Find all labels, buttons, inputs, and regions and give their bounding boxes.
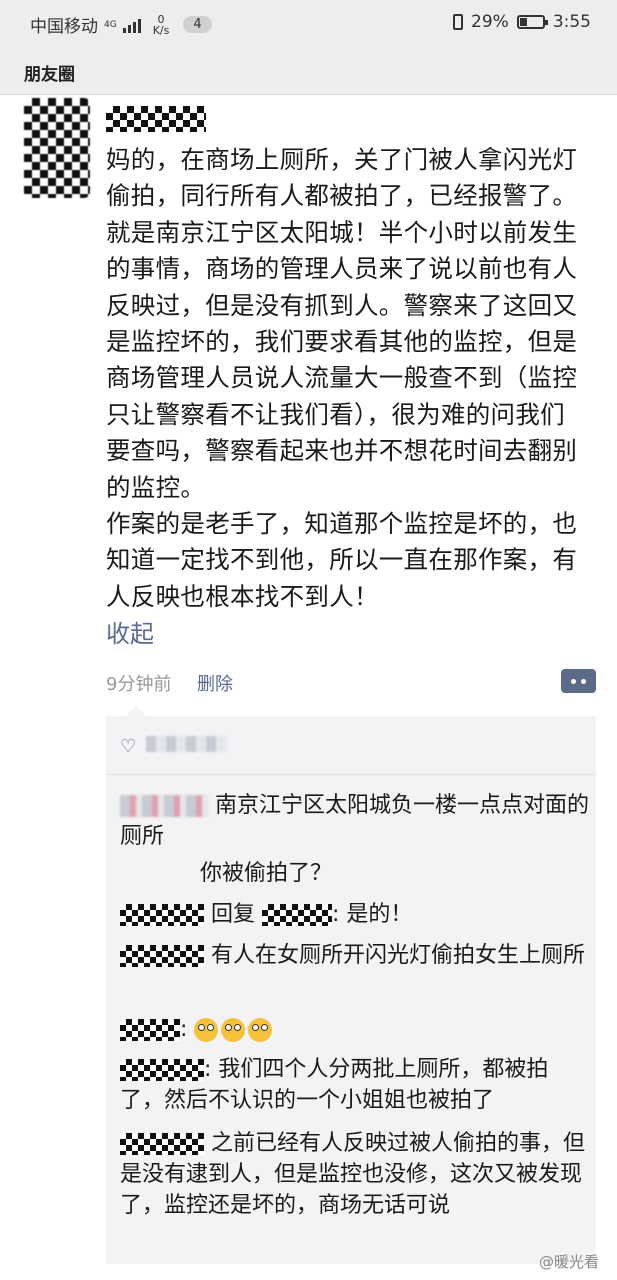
status-left: 中国移动 4G 0 K/s 4: [30, 12, 212, 37]
comment-item[interactable]: 之前已经有人反映过被人偷拍的事，但是没有逮到人，但是监控也没修，这次又被发现了，…: [120, 1128, 590, 1221]
carrier-label: 中国移动: [30, 17, 98, 37]
reply-prefix: 回复: [211, 902, 256, 927]
status-bar: 中国移动 4G 0 K/s 4 29% 3:55: [0, 0, 617, 46]
comment-item[interactable]: 你被偷拍了？: [200, 858, 590, 889]
comment-item[interactable]: 回复 : 是的！: [120, 899, 590, 930]
reply-target-redacted[interactable]: [262, 904, 333, 926]
comment-text: 是的！: [346, 902, 413, 927]
title-bar: 朋友圈: [0, 46, 617, 95]
vibrate-icon: [453, 14, 464, 30]
comment-item[interactable]: : 😳😳😳: [120, 1014, 590, 1045]
clock: 3:55: [552, 12, 591, 32]
comments-box: ♡ 南京江宁区太阳城负一楼一点点对面的厕所 你被偷拍了？ 回复 : 是的！ 有人…: [106, 706, 596, 1264]
comment-item[interactable]: 有人在女厕所开闪光灯偷拍女生上厕所: [120, 940, 590, 971]
avatar[interactable]: [24, 98, 90, 198]
signal-icon: [122, 17, 141, 33]
status-right: 29% 3:55: [453, 12, 591, 32]
post-text: 妈的，在商场上厕所，关了门被人拿闪光灯偷拍，同行所有人都被拍了，已经报警了。就是…: [106, 145, 578, 611]
commenter-redacted[interactable]: [120, 945, 204, 967]
flushed-face-icon: [248, 1018, 273, 1042]
commenter-redacted[interactable]: [120, 1019, 180, 1041]
commenter-redacted[interactable]: [120, 795, 208, 817]
net-speed-unit: K/s: [152, 23, 170, 37]
comment-item[interactable]: 南京江宁区太阳城负一楼一点点对面的厕所: [120, 790, 590, 852]
likers-redacted: [146, 736, 226, 752]
collapse-link[interactable]: 收起: [106, 614, 154, 649]
network-type: 4G: [104, 19, 117, 30]
heart-icon: ♡: [120, 736, 137, 757]
commenter-redacted[interactable]: [120, 1133, 204, 1155]
flushed-face-icon: [194, 1018, 219, 1042]
battery-icon: [516, 15, 548, 29]
page-title: 朋友圈: [24, 65, 75, 85]
delete-link[interactable]: 删除: [197, 670, 233, 696]
post-time: 9分钟前: [106, 674, 172, 695]
commenter-redacted[interactable]: [120, 1059, 204, 1081]
poster-name-redacted[interactable]: [106, 106, 206, 132]
watermark: @暖光看: [538, 1253, 599, 1271]
commenter-redacted[interactable]: [120, 904, 204, 926]
more-options-button[interactable]: [561, 669, 596, 693]
comment-text: 你被偷拍了？: [200, 861, 333, 886]
flushed-face-icon: [221, 1018, 246, 1042]
notification-badge: 4: [183, 16, 212, 33]
likes-row: ♡: [106, 716, 596, 775]
comment-text: 有人在女厕所开闪光灯偷拍女生上厕所: [211, 943, 586, 968]
battery-percent: 29%: [471, 12, 509, 32]
net-speed: 0 K/s: [153, 14, 170, 36]
comment-item[interactable]: : 我们四个人分两批上厕所，都被拍了，然后不认识的一个小姐姐也被拍了: [120, 1054, 590, 1116]
